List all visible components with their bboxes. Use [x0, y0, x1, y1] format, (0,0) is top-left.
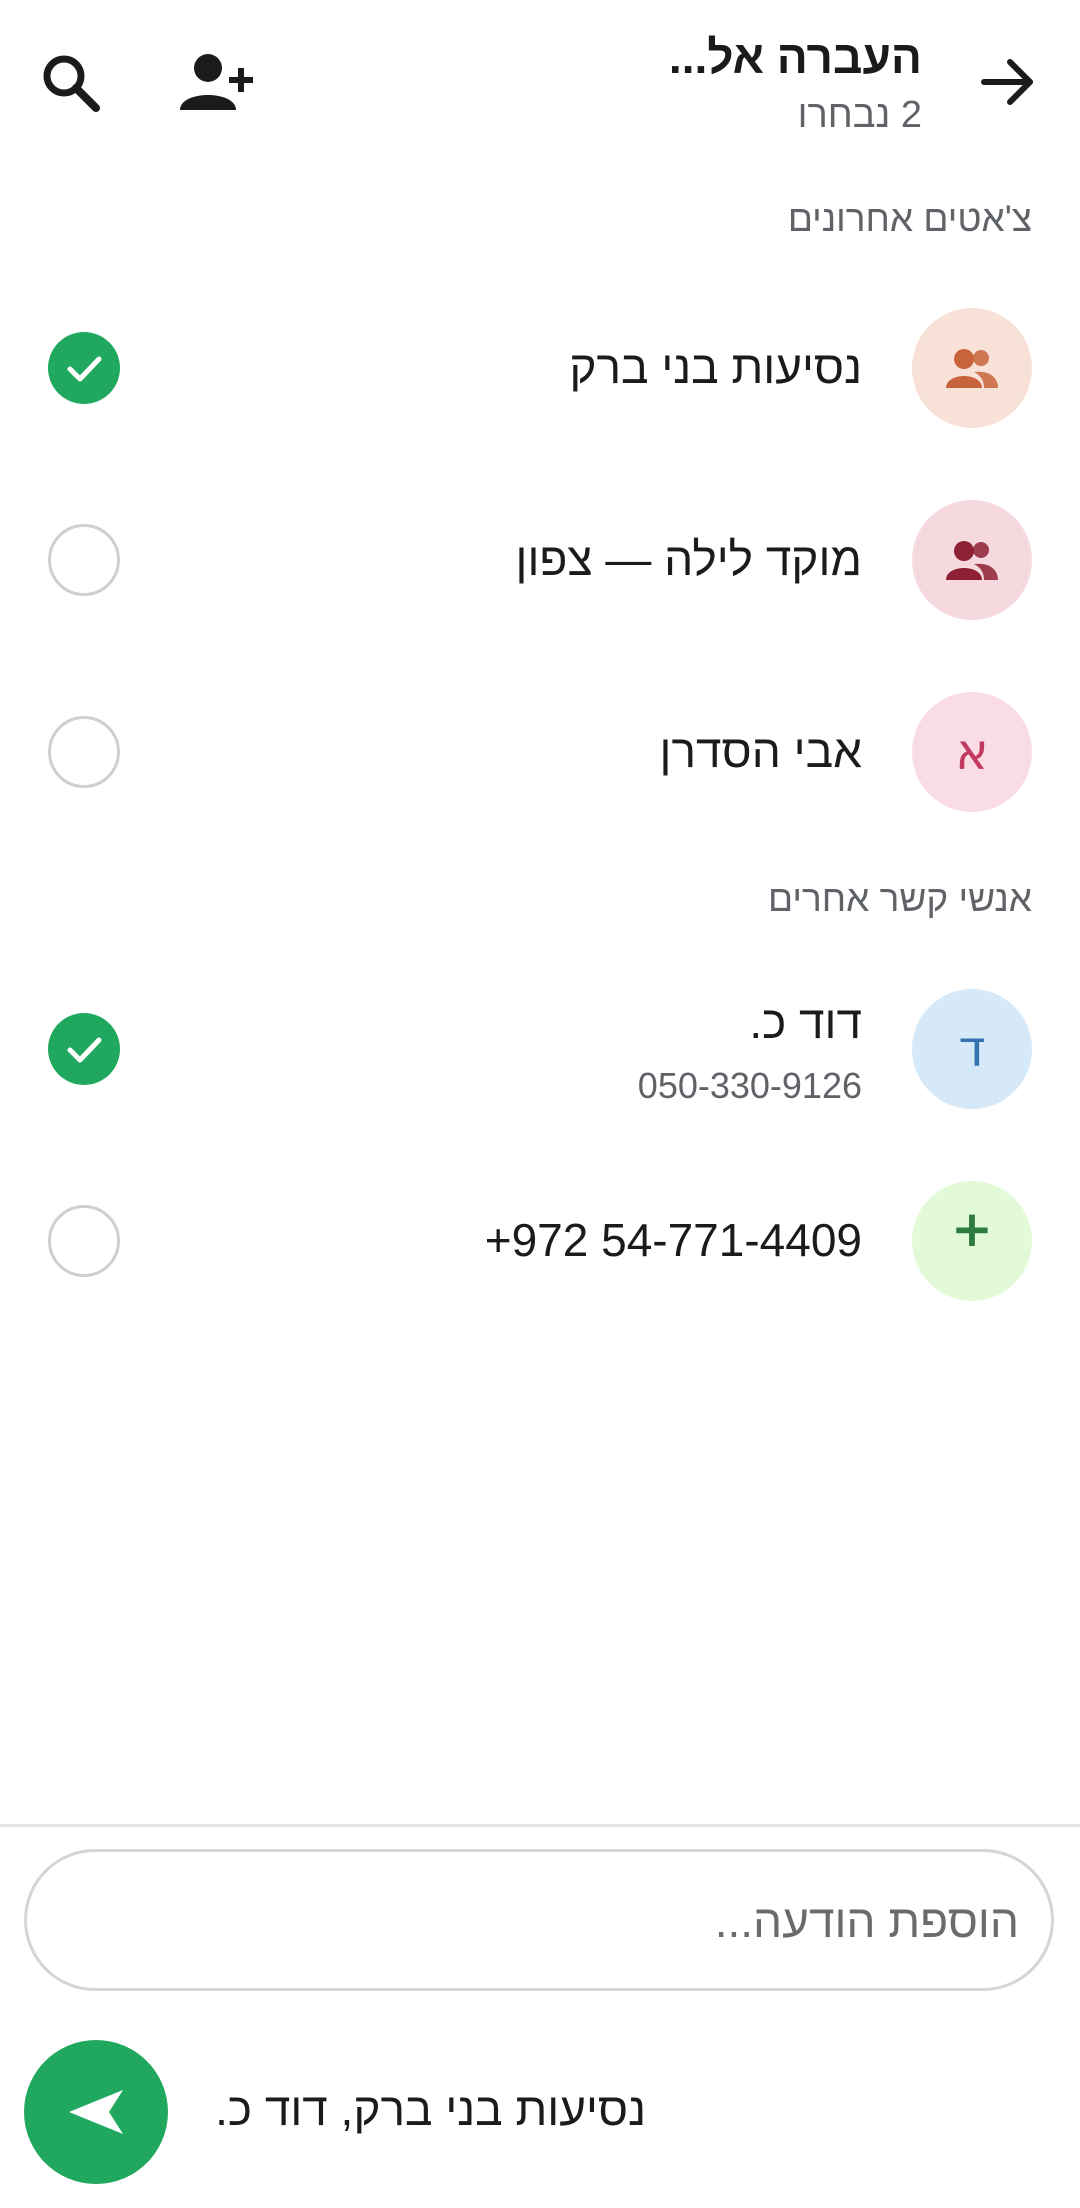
- divider: [0, 1824, 1080, 1827]
- avatar: [912, 500, 1032, 620]
- contact-phone: 050-330-9126: [637, 1065, 862, 1106]
- avatar: +: [912, 1181, 1032, 1301]
- message-input[interactable]: [67, 1852, 1021, 1990]
- chat-row[interactable]: מוקד לילה — צפון: [0, 464, 1080, 656]
- back-button[interactable]: [976, 50, 1040, 114]
- selection-checkbox[interactable]: [48, 524, 120, 596]
- contact-name: דוד כ.: [749, 996, 862, 1048]
- avatar: [912, 308, 1032, 428]
- chat-row[interactable]: נסיעות בני ברק: [0, 272, 1080, 464]
- selection-checkbox[interactable]: [48, 716, 120, 788]
- chat-name: מוקד לילה — צפון: [515, 533, 862, 585]
- avatar: א: [912, 692, 1032, 812]
- group-icon: [946, 541, 998, 580]
- send-button[interactable]: [24, 2040, 168, 2184]
- contact-row[interactable]: + +972 54-771-4409: [0, 1145, 1080, 1337]
- send-icon: [69, 2090, 123, 2134]
- selected-count: 2 נבחרו: [797, 94, 922, 136]
- check-icon: [67, 1037, 102, 1063]
- avatar-letter: +: [951, 1200, 993, 1258]
- section-label-recent: צ'אטים אחרונים: [787, 198, 1032, 239]
- contact-row[interactable]: ד דוד כ. 050-330-9126: [0, 953, 1080, 1145]
- selection-checkbox[interactable]: [48, 1013, 120, 1085]
- selection-checkbox[interactable]: [48, 332, 120, 404]
- section-label-other: אנשי קשר אחרים: [768, 878, 1032, 919]
- contact-name: +972 54-771-4409: [484, 1214, 862, 1266]
- add-contact-button[interactable]: [176, 50, 256, 116]
- message-field[interactable]: [24, 1849, 1054, 1991]
- avatar-letter: ד: [958, 1020, 986, 1078]
- check-icon: [67, 356, 102, 382]
- search-button[interactable]: [38, 50, 104, 116]
- chat-name: נסיעות בני ברק: [569, 341, 862, 393]
- chat-row[interactable]: א אבי הסדרן: [0, 656, 1080, 848]
- chat-name: אבי הסדרן: [659, 725, 862, 777]
- group-icon: [946, 349, 998, 388]
- selection-checkbox[interactable]: [48, 1205, 120, 1277]
- avatar: ד: [912, 989, 1032, 1109]
- selected-recipients: נסיעות בני ברק, דוד כ.: [215, 2083, 646, 2135]
- avatar-letter: א: [955, 723, 989, 781]
- search-icon: [43, 55, 100, 112]
- person-add-icon: [180, 54, 253, 110]
- arrow-right-icon: [981, 59, 1033, 105]
- page-title: העברה אל...: [668, 31, 922, 83]
